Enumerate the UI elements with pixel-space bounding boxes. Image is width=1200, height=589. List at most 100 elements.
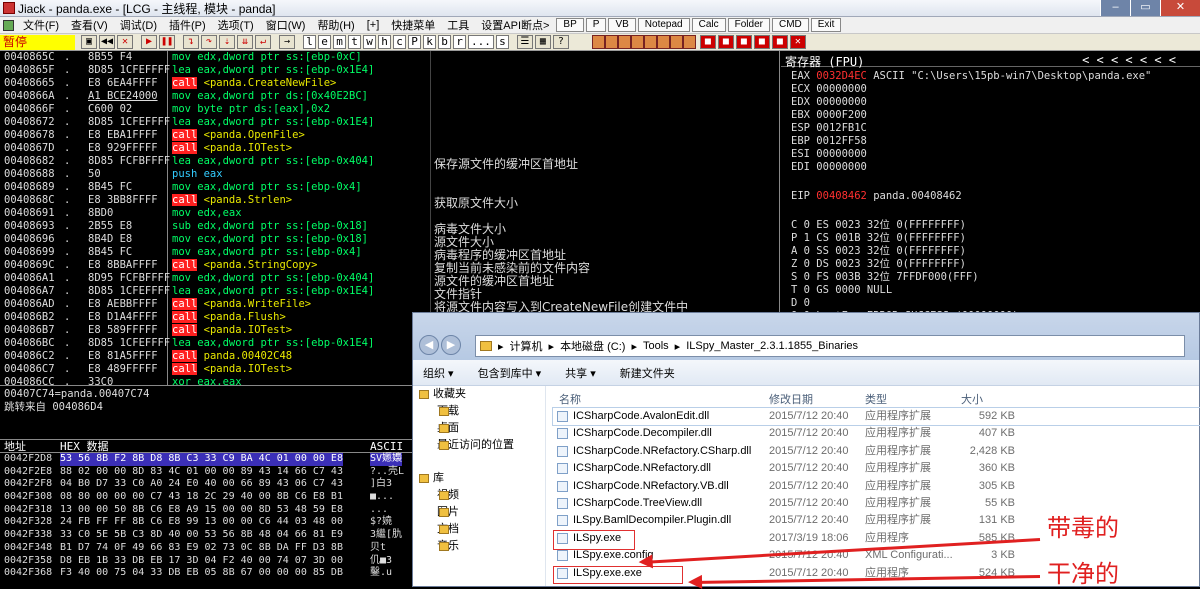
register-line[interactable]: ESI 00000000 [781, 148, 1200, 161]
address-bar[interactable]: ▸ 计算机 ▸ 本地磁盘 (C:) ▸ Tools ▸ ILSpy_Master… [475, 335, 1185, 357]
stop-icon-1[interactable]: ■ [699, 35, 716, 49]
register-line[interactable]: EDX 00000000 [781, 96, 1200, 109]
disasm-row[interactable]: 0040866F. C600 02 mov byte ptr ds:[eax],0x… [0, 103, 779, 116]
pause-icon[interactable]: ❚❚ [159, 35, 175, 49]
plugin-icon-8[interactable] [682, 35, 696, 49]
disasm-row[interactable]: 004086AD. E8 AEBBFFFF call <panda.WriteFil… [0, 298, 779, 314]
dump-row[interactable]: 0042F2E8 88 02 00 00 8D 83 4C 01 00 00 89… [0, 466, 412, 479]
window-m-button[interactable]: m [333, 35, 346, 49]
stop-icon-5[interactable]: ■ [771, 35, 788, 49]
calc-button[interactable]: Calc [691, 18, 726, 32]
registers-nav[interactable]: < < < < < < < [1082, 53, 1176, 67]
execute-till-return-icon[interactable]: ↵ [255, 35, 271, 49]
forward-button[interactable]: ▶ [441, 335, 461, 355]
window-s-button[interactable]: s [495, 35, 509, 49]
disasm-row[interactable]: 0040869C. E8 8BBAFFFF call <panda.StringCo… [0, 259, 779, 275]
step-into-icon[interactable]: ↴ [183, 35, 199, 49]
disasm-row[interactable]: 00408691. 8BD0 mov edx,eax [0, 207, 779, 220]
breadcrumb-item[interactable]: 计算机 [510, 338, 543, 354]
register-line[interactable]: D 0 [781, 297, 1200, 310]
goto-icon[interactable]: → [279, 35, 295, 49]
disasm-row[interactable]: 004086A1. 8D95 FCFBFFFF mov edx,dword ptr … [0, 272, 779, 288]
plugin-icon-1[interactable] [591, 35, 605, 49]
disasm-row[interactable]: 0040868C. E8 3BB8FFFF call <panda.Strlen> 获… [0, 194, 779, 210]
nav-item[interactable]: 下载 [413, 403, 545, 420]
dump-row[interactable]: 0042F338 33 C0 5E 5B C3 8D 40 00 53 56 8B… [0, 529, 412, 542]
dump-row[interactable]: 0042F2D8 53 56 8B F2 8B D8 8B C3 33 C9 BA… [0, 453, 412, 466]
menu-options[interactable]: 选项(T) [212, 17, 260, 33]
register-line[interactable]: ECX 00000000 [781, 83, 1200, 96]
disasm-row[interactable]: 00408699. 8B45 FC mov eax,dword ptr ss:[eb… [0, 246, 779, 262]
disasm-row[interactable]: 00408689. 8B45 FC mov eax,dword ptr ss:[eb… [0, 181, 779, 194]
back-button[interactable]: ◀ [419, 335, 439, 355]
register-line[interactable]: T 0 GS 0000 NULL [781, 284, 1200, 297]
p-button[interactable]: P [585, 18, 607, 32]
plugin-icon-3[interactable] [617, 35, 631, 49]
breadcrumb-item[interactable]: 本地磁盘 (C:) [560, 338, 625, 354]
cmd-button[interactable]: CMD [771, 18, 809, 32]
nav-item[interactable]: 最近访问的位置 [413, 437, 545, 454]
disasm-row[interactable]: 0040866A. A1 BCE24000 mov eax,dword ptr ds… [0, 90, 779, 103]
breadcrumb-item[interactable]: ILSpy_Master_2.3.1.1855_Binaries [686, 340, 858, 352]
register-line[interactable]: Z 0 DS 0023 32位 0(FFFFFFFF) [781, 258, 1200, 271]
close-all-icon[interactable]: ✕ [789, 35, 806, 49]
folder-button[interactable]: Folder [727, 18, 770, 32]
nav-item[interactable]: 桌面 [413, 420, 545, 437]
register-line[interactable] [781, 203, 1200, 216]
menu-shortcut[interactable]: 快捷菜单 [385, 17, 441, 33]
register-line[interactable]: P 1 CS 001B 32位 0(FFFFFFFF) [781, 232, 1200, 245]
nav-item[interactable]: 库 [413, 470, 545, 487]
menu-help[interactable]: 帮助(H) [311, 17, 360, 33]
window-p-button[interactable]: P [408, 35, 421, 49]
file-row[interactable]: ICSharpCode.Decompiler.dll 2015/7/12 20:4… [553, 425, 1200, 442]
menu-tools[interactable]: 工具 [441, 17, 475, 33]
exit-button[interactable]: Exit [810, 18, 842, 32]
include-library-button[interactable]: 包含到库中 ▾ [478, 365, 542, 381]
window-w-button[interactable]: w [363, 35, 376, 49]
close-debug-icon[interactable]: ✕ [117, 35, 133, 49]
menu-api-breakpoint[interactable]: 设置API断点> [475, 17, 555, 33]
nav-item[interactable]: 视频 [413, 487, 545, 504]
nav-item[interactable]: 音乐 [413, 538, 545, 555]
grid-icon[interactable]: ▦ [534, 35, 551, 49]
file-row[interactable]: ICSharpCode.NRefactory.dll 2015/7/12 20:4… [553, 460, 1200, 477]
col-date[interactable]: 修改日期 [769, 391, 813, 407]
step-over-icon[interactable]: ↷ [201, 35, 217, 49]
stop-icon-3[interactable]: ■ [735, 35, 752, 49]
organize-button[interactable]: 组织 ▾ [423, 365, 454, 381]
plugin-icon-2[interactable] [604, 35, 618, 49]
disasm-row[interactable]: 0040865C. 8B55 F4 mov edx,dword ptr ss:[eb… [0, 51, 779, 64]
disasm-row[interactable]: 00408693. 2B55 E8 sub edx,dword ptr ss:[eb… [0, 220, 779, 236]
col-type[interactable]: 类型 [865, 391, 887, 407]
register-line[interactable]: S 0 FS 003B 32位 7FFDF000(FFF) [781, 271, 1200, 284]
nav-item[interactable]: 收藏夹 [413, 386, 545, 403]
trace-into-icon[interactable]: ⇣ [219, 35, 235, 49]
register-line[interactable]: EBX 0000F200 [781, 109, 1200, 122]
disasm-row[interactable]: 00408688. 50 push eax [0, 168, 779, 181]
window-l-button[interactable]: l [303, 35, 316, 49]
minimize-button[interactable]: – [1100, 0, 1130, 16]
window-h-button[interactable]: h [378, 35, 391, 49]
close-button[interactable]: ✕ [1160, 0, 1200, 16]
register-line[interactable]: EDI 00000000 [781, 161, 1200, 174]
disasm-row[interactable]: 00408678. E8 EBA1FFFF call <panda.OpenFile… [0, 129, 779, 142]
run-icon[interactable]: ▶ [141, 35, 157, 49]
open-icon[interactable]: ▣ [81, 35, 97, 49]
register-line[interactable]: EIP 00408462 panda.00408462 [781, 190, 1200, 203]
list-icon[interactable]: ☰ [516, 35, 533, 49]
file-row[interactable]: ICSharpCode.AvalonEdit.dll 2015/7/12 20:4… [552, 406, 1200, 427]
window-t-button[interactable]: t [348, 35, 361, 49]
stop-icon-2[interactable]: ■ [717, 35, 734, 49]
disasm-row[interactable]: 004086A7. 8D85 1CFEFFFF lea eax,dword ptr … [0, 285, 779, 301]
restart-icon[interactable]: ◀◀ [99, 35, 115, 49]
menu-view[interactable]: 查看(V) [65, 17, 114, 33]
col-name[interactable]: 名称 [559, 391, 581, 407]
disasm-row[interactable]: 00408665. E8 6EA4FFFF call <panda.CreateNe… [0, 77, 779, 90]
maximize-button[interactable]: ▭ [1130, 0, 1160, 16]
new-folder-button[interactable]: 新建文件夹 [620, 365, 675, 381]
dump-row[interactable]: 0042F368 F3 40 00 75 04 33 DB EB 05 8B 67… [0, 567, 412, 580]
memory-dump-pane[interactable]: 地址 HEX 数据 ASCII 0042F2D8 53 56 8B F2 8B D… [0, 439, 412, 587]
dump-row[interactable]: 0042F328 24 FB FF FF 8B C6 E8 99 13 00 00… [0, 516, 412, 529]
window-c-button[interactable]: c [393, 35, 406, 49]
dump-row[interactable]: 0042F358 D8 EB 1B 33 DB EB 17 3D 04 F2 40… [0, 555, 412, 568]
